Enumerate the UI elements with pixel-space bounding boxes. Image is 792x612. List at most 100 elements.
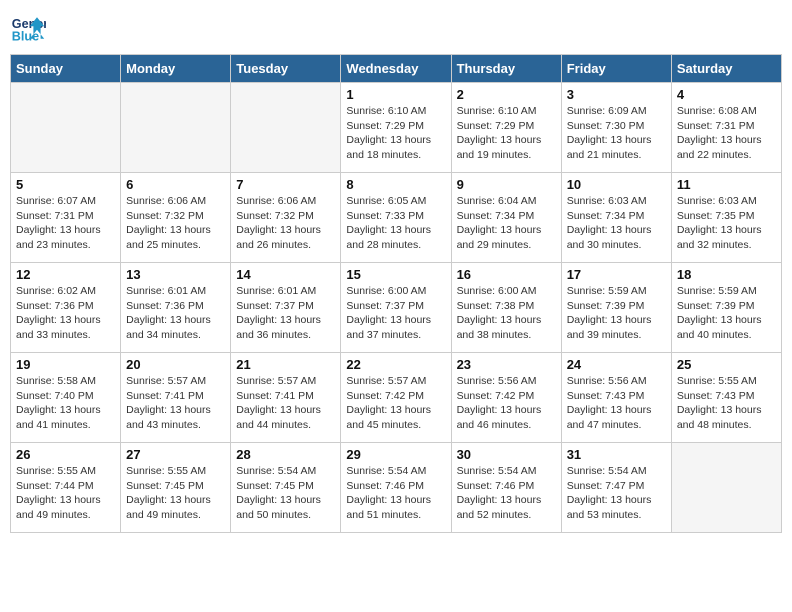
day-number: 15 — [346, 267, 445, 282]
weekday-header-tuesday: Tuesday — [231, 55, 341, 83]
weekday-header-friday: Friday — [561, 55, 671, 83]
calendar-cell: 15 Sunrise: 6:00 AMSunset: 7:37 PMDayligh… — [341, 263, 451, 353]
calendar-cell: 25Sunrise: 5:55 AMSunset: 7:43 PMDayligh… — [671, 353, 781, 443]
day-number: 19 — [16, 357, 115, 372]
week-row-3: 12 Sunrise: 6:02 AMSunset: 7:36 PMDayligh… — [11, 263, 782, 353]
day-info: Sunrise: 5:54 AMSunset: 7:46 PMDaylight:… — [346, 464, 445, 523]
week-row-2: 5 Sunrise: 6:07 AMSunset: 7:31 PMDaylight… — [11, 173, 782, 263]
day-number: 16 — [457, 267, 556, 282]
calendar-cell: 28 Sunrise: 5:54 AMSunset: 7:45 PMDayligh… — [231, 443, 341, 533]
week-row-4: 19Sunrise: 5:58 AMSunset: 7:40 PMDayligh… — [11, 353, 782, 443]
calendar-cell: 24 Sunrise: 5:56 AMSunset: 7:43 PMDayligh… — [561, 353, 671, 443]
page-header: General Blue — [10, 10, 782, 46]
calendar-cell: 16 Sunrise: 6:00 AMSunset: 7:38 PMDayligh… — [451, 263, 561, 353]
day-number: 20 — [126, 357, 225, 372]
calendar-cell: 8 Sunrise: 6:05 AMSunset: 7:33 PMDaylight… — [341, 173, 451, 263]
calendar-cell: 3Sunrise: 6:09 AMSunset: 7:30 PMDaylight… — [561, 83, 671, 173]
calendar-cell: 6 Sunrise: 6:06 AMSunset: 7:32 PMDaylight… — [121, 173, 231, 263]
calendar-cell: 13 Sunrise: 6:01 AMSunset: 7:36 PMDayligh… — [121, 263, 231, 353]
day-number: 5 — [16, 177, 115, 192]
day-number: 2 — [457, 87, 556, 102]
calendar-cell: 26Sunrise: 5:55 AMSunset: 7:44 PMDayligh… — [11, 443, 121, 533]
day-info: Sunrise: 6:10 AMSunset: 7:29 PMDaylight:… — [457, 104, 556, 163]
calendar-table: SundayMondayTuesdayWednesdayThursdayFrid… — [10, 54, 782, 533]
day-info: Sunrise: 6:01 AMSunset: 7:36 PMDaylight:… — [126, 284, 225, 343]
day-number: 9 — [457, 177, 556, 192]
day-number: 29 — [346, 447, 445, 462]
calendar-cell: 1 Sunrise: 6:10 AMSunset: 7:29 PMDaylight… — [341, 83, 451, 173]
day-number: 31 — [567, 447, 666, 462]
day-number: 12 — [16, 267, 115, 282]
day-info: Sunrise: 5:56 AMSunset: 7:43 PMDaylight:… — [567, 374, 666, 433]
calendar-cell: 18Sunrise: 5:59 AMSunset: 7:39 PMDayligh… — [671, 263, 781, 353]
day-info: Sunrise: 5:57 AMSunset: 7:41 PMDaylight:… — [236, 374, 335, 433]
day-info: Sunrise: 6:01 AMSunset: 7:37 PMDaylight:… — [236, 284, 335, 343]
weekday-header-saturday: Saturday — [671, 55, 781, 83]
day-info: Sunrise: 6:03 AMSunset: 7:34 PMDaylight:… — [567, 194, 666, 253]
calendar-cell: 31 Sunrise: 5:54 AMSunset: 7:47 PMDayligh… — [561, 443, 671, 533]
calendar-cell: 19Sunrise: 5:58 AMSunset: 7:40 PMDayligh… — [11, 353, 121, 443]
day-info: Sunrise: 6:06 AMSunset: 7:32 PMDaylight:… — [126, 194, 225, 253]
day-info: Sunrise: 6:08 AMSunset: 7:31 PMDaylight:… — [677, 104, 776, 163]
calendar-cell — [671, 443, 781, 533]
calendar-cell — [231, 83, 341, 173]
calendar-cell — [11, 83, 121, 173]
calendar-cell: 2 Sunrise: 6:10 AMSunset: 7:29 PMDaylight… — [451, 83, 561, 173]
calendar-cell: 30 Sunrise: 5:54 AMSunset: 7:46 PMDayligh… — [451, 443, 561, 533]
calendar-cell: 5 Sunrise: 6:07 AMSunset: 7:31 PMDaylight… — [11, 173, 121, 263]
day-info: Sunrise: 6:06 AMSunset: 7:32 PMDaylight:… — [236, 194, 335, 253]
day-number: 1 — [346, 87, 445, 102]
calendar-cell: 7 Sunrise: 6:06 AMSunset: 7:32 PMDaylight… — [231, 173, 341, 263]
day-number: 24 — [567, 357, 666, 372]
weekday-header-monday: Monday — [121, 55, 231, 83]
weekday-header-wednesday: Wednesday — [341, 55, 451, 83]
calendar-cell — [121, 83, 231, 173]
day-number: 10 — [567, 177, 666, 192]
day-info: Sunrise: 6:05 AMSunset: 7:33 PMDaylight:… — [346, 194, 445, 253]
day-number: 11 — [677, 177, 776, 192]
calendar-cell: 12 Sunrise: 6:02 AMSunset: 7:36 PMDayligh… — [11, 263, 121, 353]
day-number: 13 — [126, 267, 225, 282]
calendar-cell: 11Sunrise: 6:03 AMSunset: 7:35 PMDayligh… — [671, 173, 781, 263]
calendar-cell: 4 Sunrise: 6:08 AMSunset: 7:31 PMDaylight… — [671, 83, 781, 173]
day-info: Sunrise: 6:10 AMSunset: 7:29 PMDaylight:… — [346, 104, 445, 163]
day-info: Sunrise: 6:00 AMSunset: 7:37 PMDaylight:… — [346, 284, 445, 343]
day-number: 8 — [346, 177, 445, 192]
logo-icon: General Blue — [10, 10, 46, 46]
day-number: 14 — [236, 267, 335, 282]
day-number: 4 — [677, 87, 776, 102]
weekday-header-thursday: Thursday — [451, 55, 561, 83]
weekday-header-sunday: Sunday — [11, 55, 121, 83]
day-number: 6 — [126, 177, 225, 192]
day-number: 7 — [236, 177, 335, 192]
day-info: Sunrise: 6:02 AMSunset: 7:36 PMDaylight:… — [16, 284, 115, 343]
day-info: Sunrise: 5:54 AMSunset: 7:45 PMDaylight:… — [236, 464, 335, 523]
day-number: 28 — [236, 447, 335, 462]
day-number: 18 — [677, 267, 776, 282]
day-info: Sunrise: 5:59 AMSunset: 7:39 PMDaylight:… — [567, 284, 666, 343]
day-info: Sunrise: 5:56 AMSunset: 7:42 PMDaylight:… — [457, 374, 556, 433]
calendar-cell: 22Sunrise: 5:57 AMSunset: 7:42 PMDayligh… — [341, 353, 451, 443]
day-info: Sunrise: 5:54 AMSunset: 7:46 PMDaylight:… — [457, 464, 556, 523]
day-number: 27 — [126, 447, 225, 462]
week-row-1: 1 Sunrise: 6:10 AMSunset: 7:29 PMDaylight… — [11, 83, 782, 173]
day-info: Sunrise: 6:00 AMSunset: 7:38 PMDaylight:… — [457, 284, 556, 343]
day-number: 3 — [567, 87, 666, 102]
day-number: 30 — [457, 447, 556, 462]
calendar-cell: 27 Sunrise: 5:55 AMSunset: 7:45 PMDayligh… — [121, 443, 231, 533]
calendar-cell: 17Sunrise: 5:59 AMSunset: 7:39 PMDayligh… — [561, 263, 671, 353]
calendar-cell: 29 Sunrise: 5:54 AMSunset: 7:46 PMDayligh… — [341, 443, 451, 533]
week-row-5: 26Sunrise: 5:55 AMSunset: 7:44 PMDayligh… — [11, 443, 782, 533]
calendar-cell: 10 Sunrise: 6:03 AMSunset: 7:34 PMDayligh… — [561, 173, 671, 263]
day-info: Sunrise: 5:54 AMSunset: 7:47 PMDaylight:… — [567, 464, 666, 523]
day-info: Sunrise: 6:07 AMSunset: 7:31 PMDaylight:… — [16, 194, 115, 253]
day-number: 23 — [457, 357, 556, 372]
day-info: Sunrise: 5:57 AMSunset: 7:41 PMDaylight:… — [126, 374, 225, 433]
day-info: Sunrise: 5:55 AMSunset: 7:44 PMDaylight:… — [16, 464, 115, 523]
calendar-cell: 14 Sunrise: 6:01 AMSunset: 7:37 PMDayligh… — [231, 263, 341, 353]
day-info: Sunrise: 5:55 AMSunset: 7:43 PMDaylight:… — [677, 374, 776, 433]
day-info: Sunrise: 6:04 AMSunset: 7:34 PMDaylight:… — [457, 194, 556, 253]
day-number: 22 — [346, 357, 445, 372]
calendar-cell: 21Sunrise: 5:57 AMSunset: 7:41 PMDayligh… — [231, 353, 341, 443]
day-info: Sunrise: 5:55 AMSunset: 7:45 PMDaylight:… — [126, 464, 225, 523]
